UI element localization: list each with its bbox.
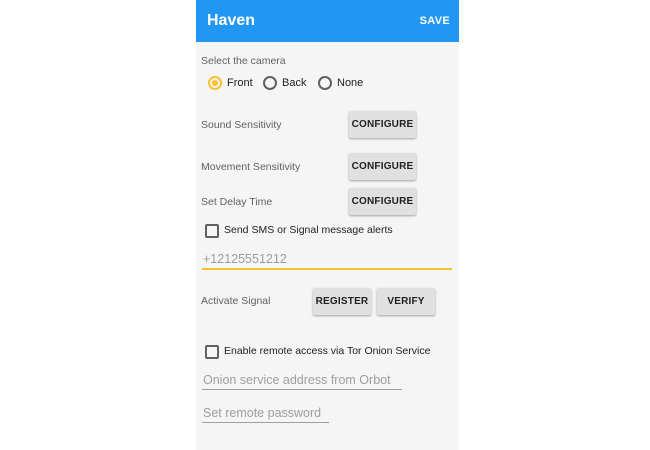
sms-alerts-checkbox[interactable]: Send SMS or Signal message alerts [205,224,405,238]
radio-back-label: Back [282,77,307,89]
sms-alerts-label: Send SMS or Signal message alerts [224,224,393,236]
radio-none-label: None [337,77,364,89]
sms-alerts-checkbox-box [205,224,219,238]
radio-none[interactable]: None [318,76,364,92]
delay-time-label: Set Delay Time [201,196,273,208]
phone-number-input[interactable] [203,249,449,269]
save-button[interactable]: SAVE [420,15,450,27]
activate-signal-label: Activate Signal [201,295,271,307]
remote-password-underline [202,422,329,423]
phone-number-underline [202,268,452,270]
register-button[interactable]: REGISTER [313,288,371,315]
configure-sound-button[interactable]: CONFIGURE [349,111,416,138]
app-title: Haven [207,12,256,29]
camera-label: Select the camera [201,55,286,67]
remote-access-checkbox[interactable]: Enable remote access via Tor Onion Servi… [205,345,445,359]
radio-front-circle [208,76,222,90]
onion-address-input[interactable] [203,370,408,390]
radio-none-circle [318,76,332,90]
radio-back[interactable]: Back [263,76,309,92]
remote-access-checkbox-box [205,345,219,359]
movement-sensitivity-label: Movement Sensitivity [201,161,301,173]
configure-movement-button[interactable]: CONFIGURE [349,153,416,180]
remote-password-input[interactable] [203,403,408,423]
sound-sensitivity-label: Sound Sensitivity [201,119,282,131]
app-bar: Haven SAVE [196,0,459,42]
verify-button[interactable]: VERIFY [377,288,435,315]
radio-front[interactable]: Front [208,76,256,92]
configure-delay-button[interactable]: CONFIGURE [349,188,416,215]
phone-screen: Haven SAVE Select the camera Front Back … [196,0,459,450]
radio-back-circle [263,76,277,90]
onion-address-underline [202,389,402,390]
radio-front-label: Front [227,77,253,89]
remote-access-label: Enable remote access via Tor Onion Servi… [224,345,431,357]
